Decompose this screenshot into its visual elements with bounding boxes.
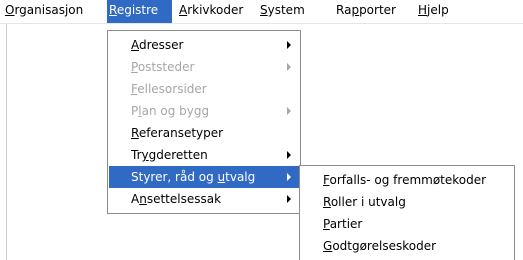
menu-accelerator: A bbox=[179, 3, 188, 17]
submenu-item-forfalls-og-fremmotekoder[interactable]: Forfalls- og fremmøtekoder bbox=[301, 169, 513, 191]
item-label: tvalg bbox=[225, 170, 256, 184]
item-label: Styrer, råd og bbox=[131, 170, 218, 184]
item-accelerator: R bbox=[131, 126, 139, 140]
left-frame bbox=[0, 24, 7, 260]
menu-item-styrer-rad-og-utvalg[interactable]: Styrer, råd og utvalg bbox=[109, 166, 299, 188]
item-accelerator: G bbox=[323, 239, 333, 253]
submenu-arrow-icon bbox=[287, 151, 291, 159]
menu-label: ystem bbox=[267, 3, 305, 17]
item-label: settelsessak bbox=[146, 192, 222, 206]
item-label: gderetten bbox=[148, 148, 208, 162]
menu-accelerator: R bbox=[109, 3, 117, 17]
menu-item-ansettelsessak[interactable]: Ansettelsessak bbox=[109, 188, 299, 210]
item-label: artier bbox=[329, 217, 363, 231]
item-label: oller i utvalg bbox=[330, 195, 406, 209]
menu-registre[interactable]: Registre bbox=[107, 0, 172, 23]
menu-label: egistre bbox=[116, 3, 159, 17]
menu-item-referansetyper[interactable]: Referansetyper bbox=[109, 122, 299, 144]
submenu-arrow-icon bbox=[287, 195, 291, 203]
menu-item-trygderetten[interactable]: Trygderetten bbox=[109, 144, 299, 166]
item-accelerator: A bbox=[131, 38, 139, 52]
menu-item-oststeder[interactable]: Poststeder bbox=[109, 56, 299, 78]
submenu-arrow-icon bbox=[287, 107, 291, 115]
menu-item-adresser[interactable]: Adresser bbox=[109, 34, 299, 56]
menu-accelerator: H bbox=[418, 3, 428, 17]
menu-label: rkivkoder bbox=[187, 3, 244, 17]
menu-system[interactable]: System bbox=[258, 0, 307, 23]
menu-label: porter bbox=[359, 3, 396, 17]
item-label: ellesorsider bbox=[137, 82, 207, 96]
menubar: Organisasjon Registre Arkivkoder System … bbox=[0, 0, 523, 24]
item-label: A bbox=[131, 192, 140, 206]
submenu-item-roller-i-utvalg[interactable]: Roller i utvalg bbox=[301, 191, 513, 213]
submenu-item-godtgorelseskoder[interactable]: Godtgørelseskoder bbox=[301, 235, 513, 257]
item-label: an og bygg bbox=[141, 104, 210, 118]
item-accelerator: R bbox=[323, 195, 331, 209]
item-label: odtgørelseskoder bbox=[332, 239, 437, 253]
item-label: Tr bbox=[131, 148, 142, 162]
registre-dropdown: Adresser Poststeder Fellesorsider Plan o… bbox=[107, 30, 301, 214]
menu-label: rganisasjon bbox=[14, 3, 84, 17]
styrer-submenu: Forfalls- og fremmøtekoder Roller i utva… bbox=[299, 165, 515, 260]
item-label: dresser bbox=[139, 38, 184, 52]
item-accelerator: y bbox=[141, 148, 149, 162]
menu-label: Ra bbox=[336, 3, 352, 17]
menu-label: jelp bbox=[427, 3, 449, 17]
submenu-arrow-icon bbox=[287, 63, 291, 71]
menu-item-plan-og-bygg[interactable]: Plan og bygg bbox=[109, 100, 299, 122]
menu-rapporter[interactable]: Rapporter bbox=[334, 0, 398, 23]
submenu-item-partier[interactable]: Partier bbox=[301, 213, 513, 235]
item-label: eferansetyper bbox=[138, 126, 224, 140]
menu-hjelp[interactable]: Hjelp bbox=[416, 0, 451, 23]
item-accelerator: P bbox=[323, 217, 330, 231]
item-label: orfalls- og fremmøtekoder bbox=[329, 173, 487, 187]
menu-item-ellesorsider[interactable]: Fellesorsider bbox=[109, 78, 299, 100]
item-accelerator: n bbox=[139, 192, 147, 206]
menu-accelerator: p bbox=[351, 3, 360, 17]
item-accelerator: u bbox=[217, 170, 226, 184]
submenu-arrow-icon bbox=[287, 41, 291, 49]
menu-accelerator: S bbox=[260, 3, 268, 17]
item-label: oststeder bbox=[137, 60, 195, 74]
menu-arkivkoder[interactable]: Arkivkoder bbox=[177, 0, 245, 23]
menu-organisasjon[interactable]: Organisasjon bbox=[3, 0, 85, 23]
item-accelerator: P bbox=[131, 60, 138, 74]
submenu-arrow-icon bbox=[287, 173, 291, 181]
